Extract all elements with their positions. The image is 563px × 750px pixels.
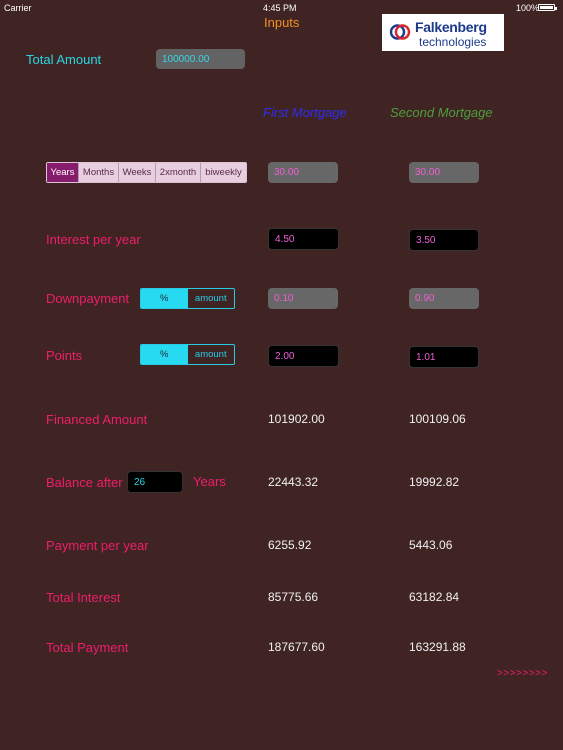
term-first-input[interactable]: 30.00 [268,162,338,183]
segment-biweekly[interactable]: biweekly [201,163,246,182]
payment-per-year-label: Payment per year [46,538,149,553]
balance-unit-label: Years [193,474,226,489]
segment-months[interactable]: Months [79,163,119,182]
points-first-input[interactable]: 2.00 [268,345,339,367]
segment-weeks[interactable]: Weeks [119,163,156,182]
downpayment-amount-option[interactable]: amount [188,289,235,308]
points-amount-option[interactable]: amount [188,345,235,364]
logo-text-1: Falkenberg [415,19,487,35]
downpayment-second-input[interactable]: 0.90 [409,288,479,309]
payment-second-value: 5443.06 [409,538,453,552]
balance-years-input[interactable]: 26 [127,471,183,493]
segment-2xmonth[interactable]: 2xmonth [156,163,201,182]
total-payment-second-value: 163291.88 [409,640,466,654]
downpayment-first-input[interactable]: 0.10 [268,288,338,309]
interest-second-input[interactable]: 3.50 [409,229,479,251]
total-interest-label: Total Interest [46,590,121,605]
next-page-link[interactable]: >>>>>>>> [497,668,548,679]
balance-second-value: 19992.82 [409,475,460,489]
financed-first-value: 101902.00 [268,412,325,426]
term-unit-segmented-control[interactable]: Years Months Weeks 2xmonth biweekly [46,162,247,183]
interest-first-input[interactable]: 4.50 [268,228,339,250]
total-amount-input[interactable]: 100000.00 [156,49,245,69]
total-interest-first-value: 85775.66 [268,590,319,604]
battery-icon [538,4,557,11]
logo-text-2: technologies [419,35,487,49]
downpayment-percent-option[interactable]: % [141,289,188,308]
downpayment-label: Downpayment [46,291,130,306]
total-amount-label: Total Amount [26,52,102,67]
total-payment-label: Total Payment [46,640,129,655]
segment-years[interactable]: Years [47,163,79,182]
payment-first-value: 6255.92 [268,538,312,552]
second-mortgage-heading: Second Mortgage [390,105,493,120]
term-second-input[interactable]: 30.00 [409,162,479,183]
total-payment-first-value: 187677.60 [268,640,325,654]
clock: 4:45 PM [263,3,297,13]
total-interest-second-value: 63182.84 [409,590,460,604]
company-logo: Falkenberg technologies [382,14,504,51]
downpayment-unit-toggle[interactable]: % amount [140,288,235,309]
interest-label: Interest per year [46,232,141,247]
points-unit-toggle[interactable]: % amount [140,344,235,365]
balance-first-value: 22443.32 [268,475,319,489]
points-second-input[interactable]: 1.01 [409,346,479,368]
points-label: Points [46,348,83,363]
first-mortgage-heading: First Mortgage [263,105,347,120]
battery-percent: 100% [516,3,540,13]
financed-amount-label: Financed Amount [46,412,148,427]
balance-after-label: Balance after [46,475,123,490]
financed-second-value: 100109.06 [409,412,466,426]
page-title: Inputs [264,15,300,30]
logo-mark-icon [389,24,411,40]
carrier-label: Carrier [4,3,32,13]
points-percent-option[interactable]: % [141,345,188,364]
